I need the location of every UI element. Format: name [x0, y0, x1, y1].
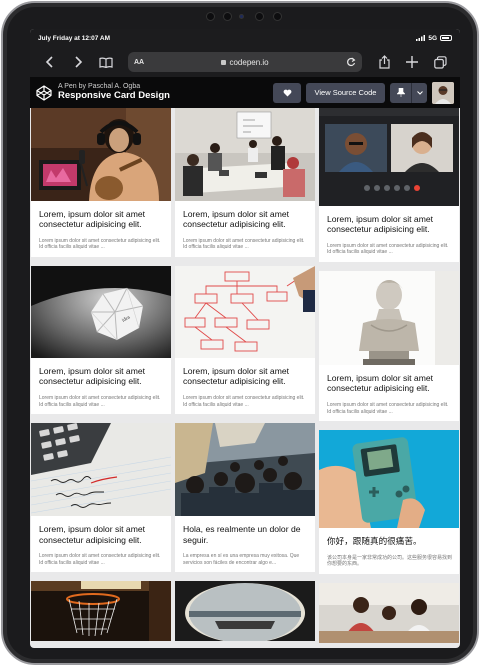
card-title: Lorem, ipsum dolor sit amet consectetur … [327, 214, 434, 235]
card-title: Lorem, ipsum dolor sit amet consectetur … [327, 373, 434, 394]
status-bar: July Friday at 12:07 AM 5G [30, 29, 460, 47]
card-column: Lorem, ipsum dolor sit amet consectetur … [319, 108, 459, 648]
battery-icon [440, 35, 452, 41]
chevron-right-icon [75, 56, 83, 68]
card-column: Lorem, ipsum dolor sit amet consectetur … [175, 108, 315, 648]
tabs-icon [433, 55, 447, 69]
card-grid: Lorem, ipsum dolor sit amet consectetur … [30, 108, 460, 648]
back-button[interactable] [36, 50, 64, 74]
chevron-left-icon [45, 56, 53, 68]
card-title: 你好，跟随真的很痛苦。 [327, 536, 422, 547]
pin-dropdown-button[interactable] [412, 83, 427, 103]
card-image-podcaster [31, 108, 171, 201]
card-image-crowd [175, 423, 315, 517]
url-display: codepen.io [221, 57, 269, 67]
url-text: codepen.io [229, 57, 269, 67]
card-title: Lorem, ipsum dolor sit amet consectetur … [183, 366, 290, 387]
avatar-image [432, 81, 454, 104]
tabs-button[interactable] [426, 50, 454, 74]
codepen-header: A Pen by Paschal A. Ogba Responsive Card… [30, 77, 460, 108]
card-text: Lorem ipsum dolor sit amet consectetur a… [183, 394, 305, 408]
sensor-dot [273, 12, 282, 21]
card-image-statue-bust [319, 271, 459, 366]
card[interactable]: idea Lorem, ipsum dolor sit amet consect… [31, 266, 171, 415]
card-text: Lorem ipsum dolor sit amet consectetur a… [183, 237, 305, 251]
pen-title: Responsive Card Design [58, 90, 170, 102]
view-source-button[interactable]: View Source Code [306, 82, 385, 103]
card[interactable]: Lorem, ipsum dolor sit amet consectetur … [31, 423, 171, 573]
love-button[interactable] [273, 82, 301, 103]
card-title: Hola, es realmente un dolor de seguir. [183, 524, 301, 545]
card[interactable] [175, 581, 315, 642]
card-image-family [319, 583, 459, 644]
card-image-vignette-landscape [175, 581, 315, 642]
new-tab-button[interactable] [398, 50, 426, 74]
card[interactable]: Lorem, ipsum dolor sit amet consectetur … [319, 271, 459, 422]
camera-icon [239, 14, 244, 19]
card-image-calculator-notes [31, 423, 171, 517]
card-image-video-call [319, 108, 459, 206]
card-text: Lorem ipsum dolor sit amet consectetur a… [327, 401, 449, 415]
book-icon [99, 57, 113, 68]
sensor-dot [223, 12, 232, 21]
user-avatar[interactable] [432, 81, 454, 104]
card-image-handheld-console [319, 430, 459, 529]
card[interactable]: Lorem, ipsum dolor sit amet consectetur … [175, 266, 315, 415]
share-icon [378, 55, 390, 69]
tablet-frame: July Friday at 12:07 AM 5G AA codepen.io… [1, 1, 479, 665]
card-title: Lorem, ipsum dolor sit amet consectetur … [183, 209, 290, 230]
card[interactable]: Lorem, ipsum dolor sit amet consectetur … [319, 108, 459, 263]
reload-icon[interactable] [346, 57, 356, 67]
signal-icon [416, 35, 426, 41]
chevron-down-icon [416, 90, 423, 95]
card[interactable] [319, 583, 459, 644]
card-title: Lorem, ipsum dolor sit amet consectetur … [39, 366, 146, 387]
pin-icon [396, 88, 405, 97]
card-image-whiteboard-flowchart [175, 266, 315, 359]
bookmarks-button[interactable] [92, 50, 120, 74]
card-column: Lorem, ipsum dolor sit amet consectetur … [31, 108, 171, 648]
card-image-crumpled-paper: idea [31, 266, 171, 359]
forward-button[interactable] [64, 50, 92, 74]
codepen-logo-icon[interactable] [36, 84, 52, 101]
pen-titles: A Pen by Paschal A. Ogba Responsive Card… [58, 83, 268, 101]
status-time: July Friday at 12:07 AM [38, 34, 111, 42]
screen: July Friday at 12:07 AM 5G AA codepen.io… [30, 29, 460, 648]
card[interactable] [31, 581, 171, 642]
card-text: 该公司本身是一家非常成功的公司。这些服务很容易找到你想要的东西。 [327, 554, 453, 568]
card-title: Lorem, ipsum dolor sit amet consectetur … [39, 209, 146, 230]
card-text: La empresa en sí es una empresa muy exit… [183, 552, 300, 566]
card-text: Lorem ipsum dolor sit amet consectetur a… [327, 242, 449, 256]
share-button[interactable] [370, 50, 398, 74]
card[interactable]: Lorem, ipsum dolor sit amet consectetur … [31, 108, 171, 258]
address-bar[interactable]: AA codepen.io [128, 52, 362, 72]
status-indicators: 5G [416, 35, 452, 42]
card-image-meeting [175, 108, 315, 201]
card-title: Lorem, ipsum dolor sit amet consectetur … [39, 524, 146, 545]
sensor-dot [255, 12, 264, 21]
card[interactable]: Hola, es realmente un dolor de seguir. L… [175, 423, 315, 573]
browser-toolbar: AA codepen.io [30, 47, 460, 77]
card[interactable]: 你好，跟随真的很痛苦。 该公司本身是一家非常成功的公司。这些服务很容易找到你想要… [319, 430, 459, 575]
heart-icon [283, 89, 291, 96]
card-text: Lorem ipsum dolor sit amet consectetur a… [39, 552, 161, 566]
card-image-basketball-hoop [31, 581, 171, 642]
text-size-button[interactable]: AA [134, 59, 144, 66]
plus-icon [406, 56, 418, 68]
card-text: Lorem ipsum dolor sit amet consectetur a… [39, 237, 161, 251]
card[interactable]: Lorem, ipsum dolor sit amet consectetur … [175, 108, 315, 258]
lock-icon [221, 59, 227, 65]
sensor-dot [206, 12, 215, 21]
card-text: Lorem ipsum dolor sit amet consectetur a… [39, 394, 161, 408]
network-type: 5G [428, 34, 437, 42]
pin-button-group [390, 82, 427, 103]
pin-button[interactable] [390, 82, 412, 103]
